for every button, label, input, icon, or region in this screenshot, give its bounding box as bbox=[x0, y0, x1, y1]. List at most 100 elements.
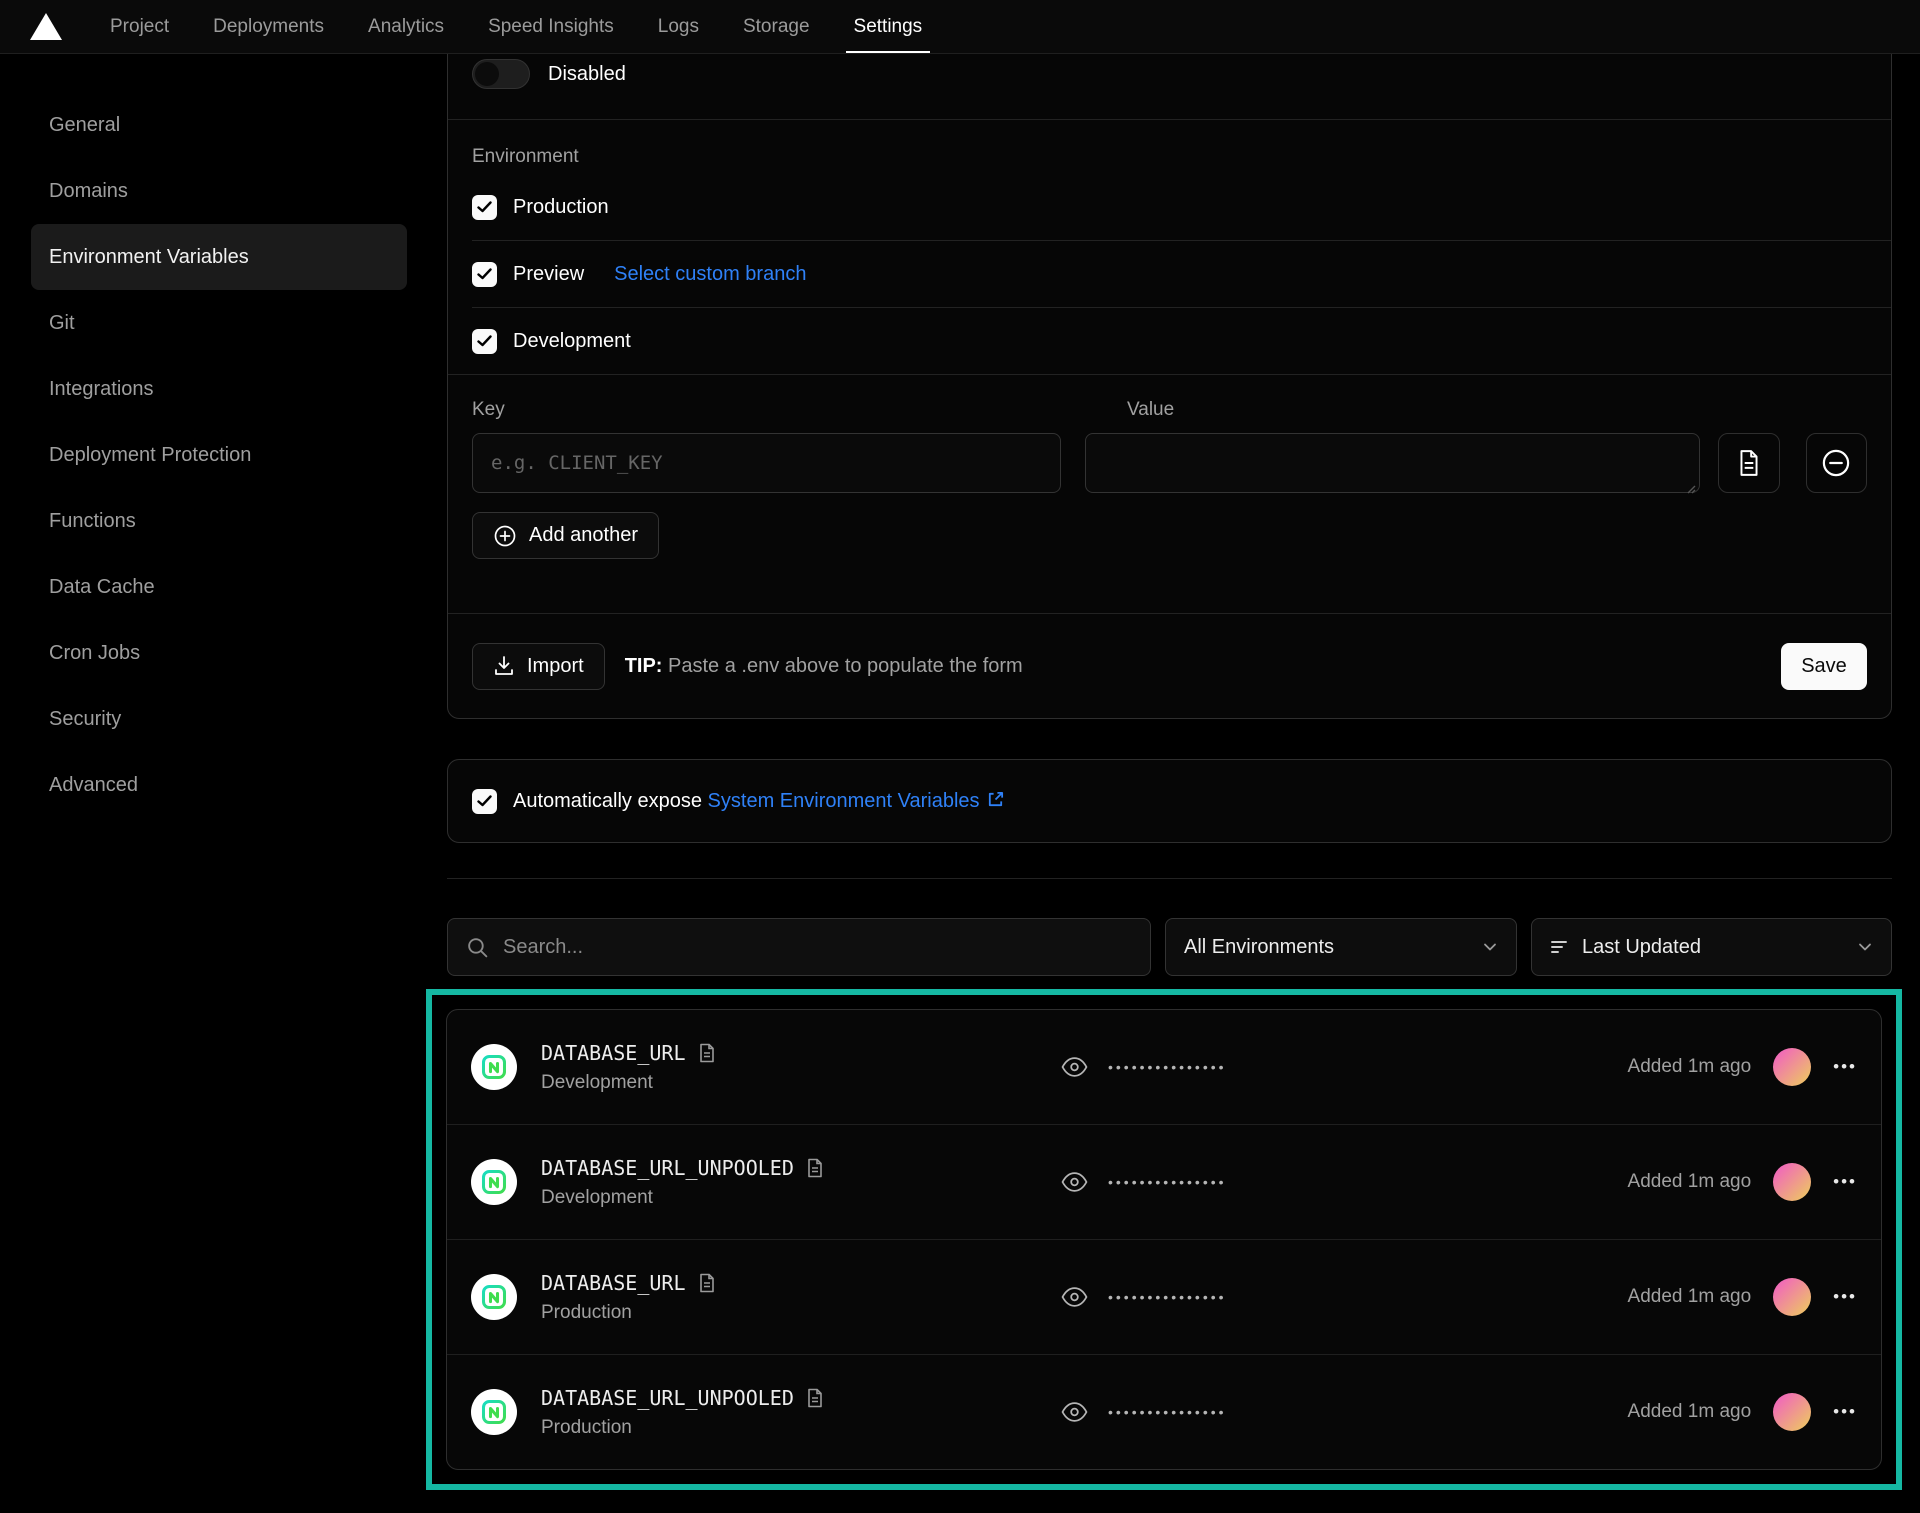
added-timestamp: Added 1m ago bbox=[1628, 1171, 1752, 1193]
sort-dropdown[interactable]: Last Updated bbox=[1531, 918, 1892, 976]
sort-lines-icon bbox=[1550, 938, 1570, 956]
masked-value: ••••••••••••••• bbox=[1108, 1174, 1227, 1190]
masked-value: ••••••••••••••• bbox=[1108, 1059, 1227, 1075]
development-checkbox-row: Development bbox=[472, 308, 1891, 374]
user-avatar bbox=[1773, 1393, 1811, 1431]
external-link-icon bbox=[986, 790, 1005, 809]
search-box bbox=[447, 918, 1151, 976]
production-checkbox[interactable] bbox=[472, 195, 497, 220]
env-var-row[interactable]: DATABASE_URL Development •••••••••••••••… bbox=[447, 1010, 1881, 1124]
sensitive-toggle[interactable] bbox=[472, 59, 530, 89]
added-timestamp: Added 1m ago bbox=[1628, 1056, 1752, 1078]
sidebar-item-security[interactable]: Security bbox=[31, 686, 407, 752]
env-var-name: DATABASE_URL_UNPOOLED bbox=[541, 1386, 794, 1410]
neon-integration-avatar bbox=[471, 1389, 517, 1435]
neon-logo-icon bbox=[480, 1053, 508, 1081]
sidebar-item-data-cache[interactable]: Data Cache bbox=[31, 554, 407, 620]
user-avatar bbox=[1773, 1048, 1811, 1086]
nav-item-analytics[interactable]: Analytics bbox=[368, 0, 444, 53]
nav-item-storage[interactable]: Storage bbox=[743, 0, 810, 53]
row-menu-button[interactable]: ••• bbox=[1833, 1287, 1857, 1307]
environment-section-label: Environment bbox=[472, 146, 1891, 168]
env-var-row[interactable]: DATABASE_URL_UNPOOLED Production •••••••… bbox=[447, 1354, 1881, 1469]
env-var-row[interactable]: DATABASE_URL_UNPOOLED Development ••••••… bbox=[447, 1124, 1881, 1239]
sidebar-item-functions[interactable]: Functions bbox=[31, 488, 407, 554]
neon-integration-avatar bbox=[471, 1159, 517, 1205]
nav-item-settings[interactable]: Settings bbox=[854, 0, 923, 53]
row-menu-button[interactable]: ••• bbox=[1833, 1172, 1857, 1192]
create-env-var-card: Disabled Environment Production Preview … bbox=[447, 0, 1892, 719]
system-env-card: Automatically expose System Environment … bbox=[447, 759, 1892, 843]
eye-icon[interactable] bbox=[1061, 1286, 1088, 1308]
env-var-environment: Production bbox=[541, 1417, 1061, 1439]
top-nav: Project Deployments Analytics Speed Insi… bbox=[0, 0, 1920, 54]
sidebar-item-environment-variables[interactable]: Environment Variables bbox=[31, 224, 407, 290]
toggle-label: Disabled bbox=[548, 63, 626, 86]
development-label: Development bbox=[513, 330, 631, 353]
settings-sidebar: General Domains Environment Variables Gi… bbox=[31, 92, 407, 818]
env-var-environment: Development bbox=[541, 1072, 1061, 1094]
sidebar-item-git[interactable]: Git bbox=[31, 290, 407, 356]
paste-env-button[interactable] bbox=[1718, 433, 1779, 493]
note-icon[interactable] bbox=[806, 1158, 824, 1178]
note-icon[interactable] bbox=[698, 1043, 716, 1063]
select-custom-branch-link[interactable]: Select custom branch bbox=[614, 263, 806, 286]
import-button[interactable]: Import bbox=[472, 643, 605, 690]
development-checkbox[interactable] bbox=[472, 329, 497, 354]
document-icon bbox=[1736, 449, 1762, 477]
sidebar-item-integrations[interactable]: Integrations bbox=[31, 356, 407, 422]
sidebar-item-advanced[interactable]: Advanced bbox=[31, 752, 407, 818]
sidebar-item-domains[interactable]: Domains bbox=[31, 158, 407, 224]
env-var-name: DATABASE_URL bbox=[541, 1041, 686, 1065]
eye-icon[interactable] bbox=[1061, 1171, 1088, 1193]
neon-integration-avatar bbox=[471, 1274, 517, 1320]
added-timestamp: Added 1m ago bbox=[1628, 1286, 1752, 1308]
nav-item-deployments[interactable]: Deployments bbox=[213, 0, 324, 53]
row-menu-button[interactable]: ••• bbox=[1833, 1402, 1857, 1422]
search-input[interactable] bbox=[503, 936, 1132, 959]
import-download-icon bbox=[493, 655, 515, 677]
environment-filter-dropdown[interactable]: All Environments bbox=[1165, 918, 1517, 976]
neon-integration-avatar bbox=[471, 1044, 517, 1090]
chevron-down-icon bbox=[1482, 939, 1498, 955]
tip-text: TIP: Paste a .env above to populate the … bbox=[625, 655, 1023, 678]
auto-expose-checkbox[interactable] bbox=[472, 789, 497, 814]
sidebar-item-deployment-protection[interactable]: Deployment Protection bbox=[31, 422, 407, 488]
neon-logo-icon bbox=[480, 1168, 508, 1196]
chevron-down-icon bbox=[1857, 939, 1873, 955]
nav-item-logs[interactable]: Logs bbox=[658, 0, 699, 53]
note-icon[interactable] bbox=[806, 1388, 824, 1408]
search-icon bbox=[466, 936, 489, 959]
eye-icon[interactable] bbox=[1061, 1056, 1088, 1078]
production-checkbox-row: Production bbox=[472, 174, 1891, 240]
nav-item-speed-insights[interactable]: Speed Insights bbox=[488, 0, 614, 53]
neon-logo-icon bbox=[480, 1283, 508, 1311]
save-button[interactable]: Save bbox=[1781, 643, 1867, 690]
minus-circle-icon bbox=[1821, 448, 1851, 478]
env-var-environment: Development bbox=[541, 1187, 1061, 1209]
env-var-environment: Production bbox=[541, 1302, 1061, 1324]
sidebar-item-cron-jobs[interactable]: Cron Jobs bbox=[31, 620, 407, 686]
highlight-region: DATABASE_URL Development •••••••••••••••… bbox=[426, 989, 1902, 1490]
env-var-row[interactable]: DATABASE_URL Production ••••••••••••••• … bbox=[447, 1239, 1881, 1354]
nav-item-project[interactable]: Project bbox=[110, 0, 169, 53]
preview-checkbox[interactable] bbox=[472, 262, 497, 287]
system-env-variables-link[interactable]: System Environment Variables bbox=[708, 790, 980, 812]
preview-label: Preview bbox=[513, 263, 584, 286]
sidebar-item-general[interactable]: General bbox=[31, 92, 407, 158]
plus-circle-icon bbox=[493, 524, 517, 548]
user-avatar bbox=[1773, 1163, 1811, 1201]
note-icon[interactable] bbox=[698, 1273, 716, 1293]
value-input[interactable] bbox=[1085, 433, 1700, 493]
added-timestamp: Added 1m ago bbox=[1628, 1401, 1752, 1423]
key-input[interactable] bbox=[472, 433, 1061, 493]
resize-handle-icon[interactable] bbox=[1684, 482, 1696, 494]
vercel-logo-icon[interactable] bbox=[30, 13, 62, 40]
row-menu-button[interactable]: ••• bbox=[1833, 1057, 1857, 1077]
add-another-button[interactable]: Add another bbox=[472, 512, 659, 559]
eye-icon[interactable] bbox=[1061, 1401, 1088, 1423]
auto-expose-label: Automatically expose System Environment … bbox=[513, 790, 1005, 813]
env-var-name: DATABASE_URL bbox=[541, 1271, 686, 1295]
remove-row-button[interactable] bbox=[1806, 433, 1867, 493]
content-divider bbox=[447, 878, 1892, 879]
